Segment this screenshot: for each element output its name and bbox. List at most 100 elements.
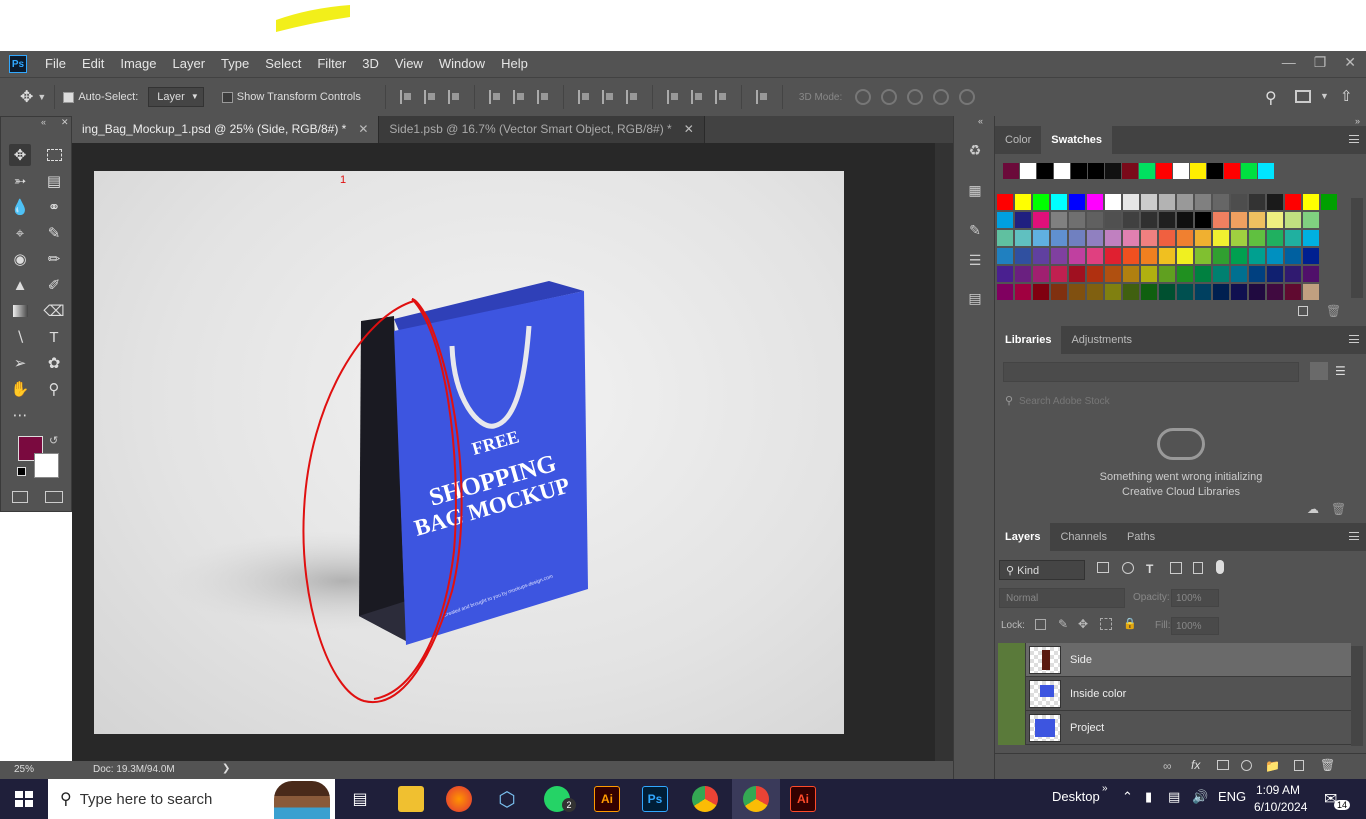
- swatch[interactable]: [997, 230, 1013, 246]
- sync-icon[interactable]: ☁: [1307, 502, 1319, 516]
- swatch[interactable]: [1231, 194, 1247, 210]
- auto-align-icon[interactable]: [755, 90, 768, 104]
- photoshop-logo[interactable]: Ps: [9, 55, 27, 73]
- swatch[interactable]: [1249, 284, 1265, 300]
- language-indicator[interactable]: ENG: [1218, 789, 1246, 804]
- swatch[interactable]: [1249, 212, 1265, 228]
- swatch[interactable]: [1051, 230, 1067, 246]
- collapse-icon[interactable]: «: [41, 117, 46, 127]
- tab-side-document[interactable]: Side1.psb @ 16.7% (Vector Smart Object, …: [379, 116, 705, 143]
- double-chevron-icon[interactable]: »: [1102, 783, 1108, 794]
- file-explorer-icon[interactable]: [398, 786, 424, 812]
- recent-swatch[interactable]: [1190, 163, 1206, 179]
- swatch[interactable]: [1123, 284, 1139, 300]
- red-eye-tool-icon[interactable]: ◉: [9, 248, 31, 270]
- swatch[interactable]: [1249, 266, 1265, 282]
- workspace-icon[interactable]: [1295, 90, 1311, 103]
- swatch[interactable]: [1087, 212, 1103, 228]
- swatch[interactable]: [1303, 284, 1319, 300]
- menu-image[interactable]: Image: [112, 51, 164, 77]
- recent-swatch[interactable]: [1088, 163, 1104, 179]
- swatch[interactable]: [1015, 248, 1031, 264]
- marquee-tool-icon[interactable]: [43, 144, 65, 166]
- menu-layer[interactable]: Layer: [165, 51, 214, 77]
- new-swatch-icon[interactable]: [1298, 306, 1308, 316]
- recent-swatch[interactable]: [1224, 163, 1240, 179]
- recent-swatch[interactable]: [1139, 163, 1155, 179]
- hand-tool-icon[interactable]: ✋: [9, 378, 31, 400]
- tab-paths[interactable]: Paths: [1117, 523, 1165, 551]
- auto-select-dropdown[interactable]: Layer ▼: [148, 87, 204, 107]
- illustrator-active-icon[interactable]: Ai: [790, 786, 816, 812]
- swatch[interactable]: [1141, 266, 1157, 282]
- recent-swatch[interactable]: [1003, 163, 1019, 179]
- swatch[interactable]: [1213, 230, 1229, 246]
- swatch[interactable]: [1267, 194, 1283, 210]
- 3d-panel-icon[interactable]: ▦: [966, 181, 984, 199]
- layer-row-project[interactable]: Project: [998, 710, 1351, 745]
- visibility-toggle[interactable]: [998, 642, 1026, 677]
- close-tab-icon[interactable]: ✕: [358, 122, 368, 136]
- distribute-horizontal-center-icon[interactable]: [690, 90, 703, 104]
- recent-swatch[interactable]: [1105, 163, 1121, 179]
- recent-swatch[interactable]: [1241, 163, 1257, 179]
- swatch[interactable]: [1123, 230, 1139, 246]
- new-layer-icon[interactable]: [1294, 760, 1304, 771]
- crop-tool-icon[interactable]: ⌖: [9, 222, 31, 244]
- swatch[interactable]: [1321, 194, 1337, 210]
- 3d-slide-icon[interactable]: [933, 89, 950, 105]
- opacity-field[interactable]: 100%: [1171, 589, 1219, 607]
- properties-icon[interactable]: ☰: [966, 251, 984, 269]
- quick-mask-icon[interactable]: [12, 491, 28, 503]
- layer-filter-dropdown[interactable]: ⚲ Kind: [999, 560, 1085, 580]
- fill-field[interactable]: 100%: [1171, 617, 1219, 635]
- swatch[interactable]: [1231, 230, 1247, 246]
- swatch[interactable]: [1051, 284, 1067, 300]
- vertical-scrollbar[interactable]: [935, 143, 953, 761]
- visibility-toggle[interactable]: [998, 676, 1026, 711]
- menu-view[interactable]: View: [387, 51, 431, 77]
- 3d-scale-icon[interactable]: [959, 89, 976, 105]
- clock-date[interactable]: 6/10/2024: [1254, 800, 1307, 814]
- tab-layers[interactable]: Layers: [995, 523, 1051, 551]
- swatch[interactable]: [1285, 266, 1301, 282]
- swatch[interactable]: [1105, 212, 1121, 228]
- swatch[interactable]: [1195, 212, 1211, 228]
- brush-tool-icon[interactable]: ✏: [43, 248, 65, 270]
- swatch[interactable]: [1051, 266, 1067, 282]
- align-horizontal-center-icon[interactable]: [512, 90, 525, 104]
- auto-select-checkbox[interactable]: [63, 91, 75, 103]
- swatch[interactable]: [1267, 266, 1283, 282]
- lock-artboard-icon[interactable]: [1100, 618, 1112, 630]
- menu-select[interactable]: Select: [257, 51, 309, 77]
- swatch[interactable]: [1177, 212, 1193, 228]
- quick-selection-tool-icon[interactable]: ⚭: [43, 196, 65, 218]
- trash-icon[interactable]: 🗑: [1320, 758, 1335, 772]
- gradient-tool-icon[interactable]: [9, 300, 31, 322]
- default-colors-icon[interactable]: [17, 467, 26, 476]
- swatch[interactable]: [1123, 266, 1139, 282]
- swatch[interactable]: [1159, 194, 1175, 210]
- swatch[interactable]: [1069, 212, 1085, 228]
- swatch[interactable]: [1159, 284, 1175, 300]
- layers-scrollbar[interactable]: [1351, 646, 1363, 746]
- swatch[interactable]: [1033, 212, 1049, 228]
- list-view-icon[interactable]: ☰: [1335, 364, 1346, 378]
- eyedropper-tool-icon[interactable]: ✎: [43, 222, 65, 244]
- align-right-icon[interactable]: [536, 90, 549, 104]
- transform-controls-checkbox[interactable]: [221, 91, 233, 103]
- panel-menu-icon[interactable]: [1349, 135, 1359, 143]
- recent-swatch[interactable]: [1071, 163, 1087, 179]
- swatch[interactable]: [1159, 230, 1175, 246]
- lasso-tool-icon[interactable]: ➳: [9, 170, 31, 192]
- pen-path-tool-icon[interactable]: ∖: [9, 326, 31, 348]
- ruler-tool-icon[interactable]: ▤: [43, 170, 65, 192]
- blur-tool-icon[interactable]: 💧: [9, 196, 31, 218]
- chrome-profile-icon[interactable]: [743, 786, 769, 812]
- move-tool-icon[interactable]: ✥: [9, 144, 31, 166]
- network-icon[interactable]: ▤: [1168, 789, 1180, 805]
- filter-shape-icon[interactable]: [1170, 562, 1182, 574]
- zoom-tool-icon[interactable]: ⚲: [43, 378, 65, 400]
- swatch[interactable]: [997, 212, 1013, 228]
- swatch[interactable]: [1015, 266, 1031, 282]
